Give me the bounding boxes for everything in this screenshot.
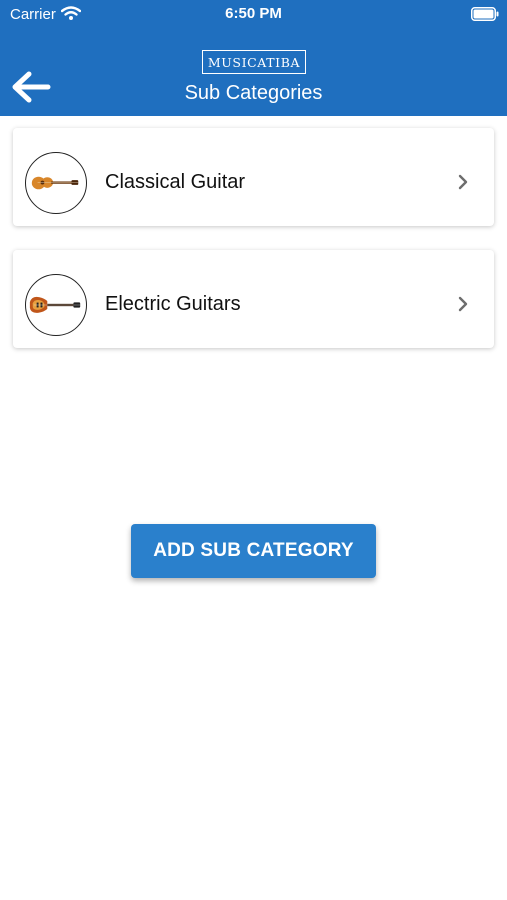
subcategory-item-electric-guitars[interactable]: Electric Guitars xyxy=(13,250,494,348)
subcategory-item-classical-guitar[interactable]: Classical Guitar xyxy=(13,128,494,226)
page-title: Sub Categories xyxy=(184,82,323,104)
subcategory-label: Classical Guitar xyxy=(105,171,246,193)
status-time: 6:50 PM xyxy=(225,5,282,22)
app-header: Carrier 6:50 PM MUSICATIBA Sub Categorie… xyxy=(0,0,507,116)
classical-guitar-image xyxy=(25,152,87,214)
add-sub-category-button[interactable]: ADD SUB CATEGORY xyxy=(131,524,376,578)
battery-icon xyxy=(471,7,499,21)
chevron-right-icon xyxy=(456,173,470,191)
status-bar: Carrier 6:50 PM xyxy=(0,0,507,30)
subcategory-label: Electric Guitars xyxy=(105,293,241,315)
electric-guitar-image xyxy=(25,274,87,336)
app-logo: MUSICATIBA xyxy=(202,50,306,74)
chevron-right-icon xyxy=(456,295,470,313)
